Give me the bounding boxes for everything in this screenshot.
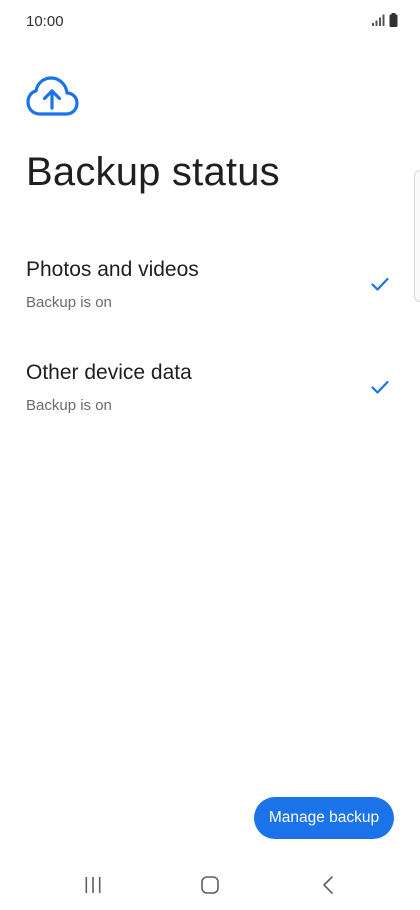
item-title: Photos and videos — [26, 258, 199, 281]
back-icon — [323, 876, 333, 894]
list-item-other-device-data[interactable]: Other device data Backup is on — [0, 361, 420, 445]
signal-icon — [372, 14, 385, 26]
home-button[interactable] — [190, 872, 230, 898]
manage-backup-button[interactable]: Manage backup — [254, 797, 394, 839]
battery-icon — [389, 13, 398, 27]
navigation-bar — [0, 862, 420, 910]
back-button[interactable] — [308, 872, 348, 898]
backup-status-screen: 10:00 Backup status Photos and videos Ba… — [0, 0, 420, 910]
item-title: Other device data — [26, 361, 192, 384]
item-subtitle: Backup is on — [26, 294, 112, 311]
status-icons — [371, 13, 398, 27]
check-icon — [371, 380, 389, 394]
check-icon — [371, 277, 389, 291]
item-subtitle: Backup is on — [26, 397, 112, 414]
page-title: Backup status — [26, 150, 280, 194]
recents-button[interactable] — [73, 872, 113, 898]
home-icon — [201, 876, 219, 894]
cloud-upload-icon — [26, 76, 79, 116]
recents-icon — [85, 877, 101, 893]
status-bar: 10:00 — [0, 0, 420, 44]
list-item-photos-videos[interactable]: Photos and videos Backup is on — [0, 258, 420, 342]
status-time: 10:00 — [26, 13, 64, 30]
